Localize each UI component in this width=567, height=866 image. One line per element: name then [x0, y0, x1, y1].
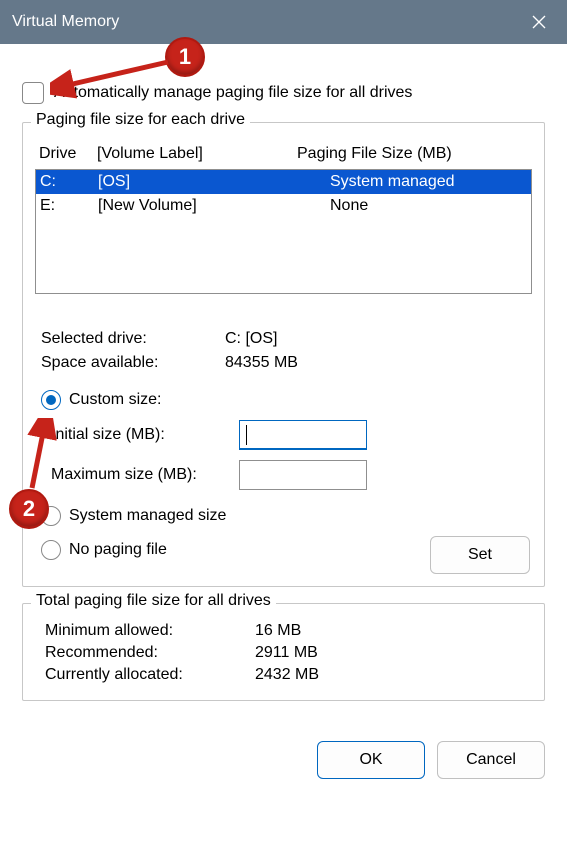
recommended-value: 2911 MB [255, 644, 318, 662]
window-title: Virtual Memory [12, 13, 511, 31]
radio-no-paging[interactable] [41, 540, 61, 560]
currently-allocated-value: 2432 MB [255, 666, 319, 684]
initial-size-input[interactable] [239, 420, 367, 450]
auto-manage-label: Automatically manage paging file size fo… [54, 84, 412, 102]
selected-drive-value: C: [OS] [225, 330, 277, 348]
group-per-drive-legend: Paging file size for each drive [31, 111, 250, 129]
title-bar: Virtual Memory [0, 0, 567, 44]
radio-custom-size[interactable] [41, 390, 61, 410]
drive-list-row[interactable]: C: [OS] System managed [36, 170, 531, 194]
initial-size-label: Initial size (MB): [51, 426, 239, 444]
max-size-label: Maximum size (MB): [51, 466, 239, 484]
space-available-label: Space available: [41, 354, 225, 372]
recommended-label: Recommended: [45, 644, 255, 662]
drive-listbox[interactable]: C: [OS] System managed E: [New Volume] N… [35, 169, 532, 294]
auto-manage-checkbox[interactable] [22, 82, 44, 104]
group-totals: Total paging file size for all drives Mi… [22, 603, 545, 701]
header-volume: [Volume Label] [97, 145, 297, 163]
min-allowed-value: 16 MB [255, 622, 301, 640]
header-drive: Drive [39, 145, 97, 163]
min-allowed-label: Minimum allowed: [45, 622, 255, 640]
drive-list-row[interactable]: E: [New Volume] None [36, 194, 531, 218]
group-totals-legend: Total paging file size for all drives [31, 592, 276, 610]
annotation-badge-2: 2 [9, 489, 49, 529]
currently-allocated-label: Currently allocated: [45, 666, 255, 684]
selected-drive-label: Selected drive: [41, 330, 225, 348]
radio-no-paging-label: No paging file [69, 541, 167, 559]
ok-button[interactable]: OK [317, 741, 425, 779]
close-button[interactable] [511, 0, 567, 44]
radio-custom-size-label: Custom size: [69, 391, 161, 409]
header-size: Paging File Size (MB) [297, 145, 528, 163]
group-per-drive: Paging file size for each drive Drive [V… [22, 122, 545, 587]
max-size-input[interactable] [239, 460, 367, 490]
drive-list-headers: Drive [Volume Label] Paging File Size (M… [35, 141, 532, 169]
space-available-value: 84355 MB [225, 354, 298, 372]
set-button[interactable]: Set [430, 536, 530, 574]
cancel-button[interactable]: Cancel [437, 741, 545, 779]
annotation-badge-1: 1 [165, 37, 205, 77]
radio-system-managed-label: System managed size [69, 507, 226, 525]
close-icon [532, 15, 546, 29]
